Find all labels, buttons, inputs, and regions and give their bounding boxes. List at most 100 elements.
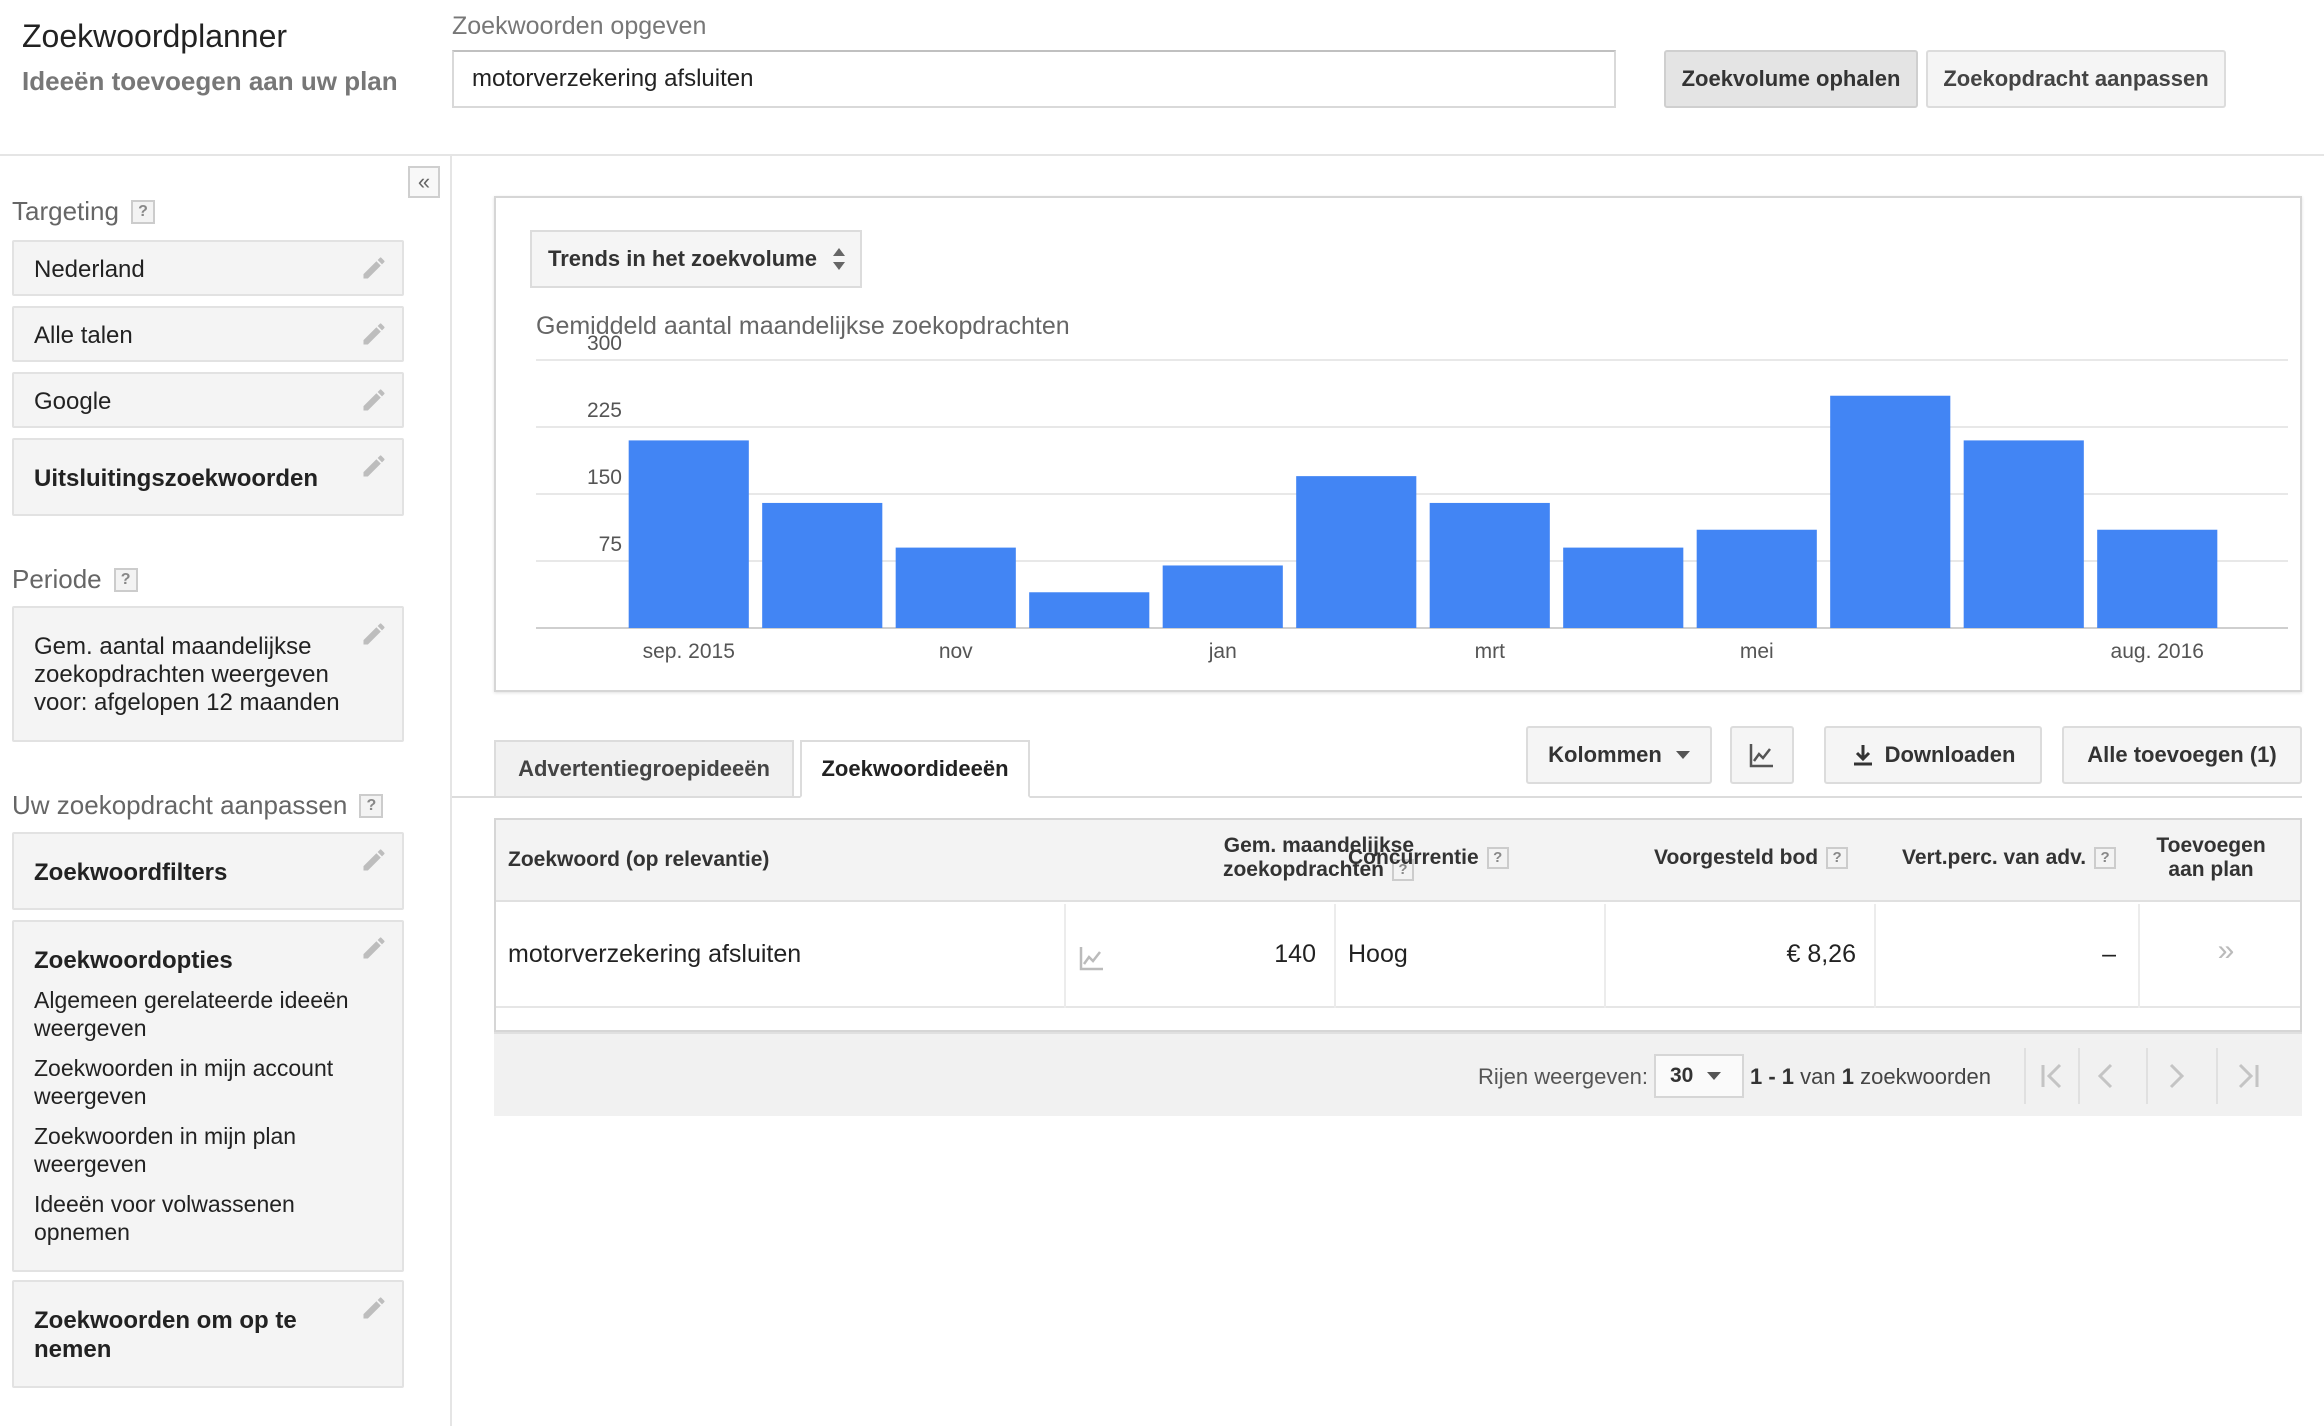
column-header-competition[interactable]: Concurrentie ? bbox=[1348, 846, 1509, 870]
header-divider bbox=[0, 154, 2324, 156]
chevron-down-icon bbox=[1675, 751, 1690, 759]
column-header-ad-impression-share[interactable]: Vert.perc. van adv. ? bbox=[1902, 846, 2117, 870]
tab-baseline bbox=[452, 796, 494, 798]
column-separator bbox=[1064, 904, 1066, 1008]
avg-searches-cell: 140 bbox=[1274, 940, 1316, 968]
sidebar-divider bbox=[450, 154, 452, 1426]
chart-bar bbox=[895, 547, 1016, 628]
pencil-icon[interactable] bbox=[360, 320, 388, 348]
last-page-icon[interactable] bbox=[2224, 1048, 2270, 1104]
pencil-icon[interactable] bbox=[360, 1294, 388, 1322]
chart-y-tick-label: 300 bbox=[587, 332, 622, 355]
pager-separator bbox=[2146, 1048, 2148, 1104]
chart-bar bbox=[1830, 395, 1951, 628]
targeting-location-label: Nederland bbox=[34, 256, 145, 283]
next-page-icon[interactable] bbox=[2152, 1048, 2198, 1104]
column-header-suggested-bid[interactable]: Voorgesteld bod ? bbox=[1654, 846, 1849, 870]
app-title: Zoekwoordplanner bbox=[22, 18, 288, 54]
include-keywords-line: Zoekwoorden om op te bbox=[34, 1307, 297, 1334]
pencil-icon[interactable] bbox=[360, 452, 388, 480]
period-setting[interactable]: Gem. aantal maandelijkse zoekopdrachten … bbox=[12, 606, 404, 742]
targeting-label: Targeting ? bbox=[12, 196, 155, 227]
targeting-language-label: Alle talen bbox=[34, 322, 133, 349]
period-label-text: Periode bbox=[12, 564, 102, 594]
rows-per-page-value: 30 bbox=[1670, 1064, 1694, 1087]
collapse-sidebar-icon[interactable]: « bbox=[408, 166, 440, 198]
chart-toggle-button[interactable] bbox=[1730, 726, 1794, 784]
keywords-input[interactable] bbox=[452, 50, 1616, 108]
keyword-option-line: Zoekwoorden in mijn plan bbox=[34, 1123, 297, 1149]
modify-search-button[interactable]: Zoekopdracht aanpassen bbox=[1926, 50, 2226, 108]
adjust-search-label: Uw zoekopdracht aanpassen ? bbox=[12, 790, 384, 821]
pager-separator bbox=[2078, 1048, 2080, 1104]
competition-cell: Hoog bbox=[1348, 940, 1408, 968]
pencil-icon[interactable] bbox=[360, 846, 388, 874]
targeting-location[interactable]: Nederland bbox=[12, 240, 404, 296]
targeting-negative-keywords[interactable]: Uitsluitingszoekwoorden bbox=[12, 438, 404, 516]
chart-bar bbox=[1563, 547, 1684, 628]
chart-bar bbox=[1029, 592, 1150, 628]
pager-unit: zoekwoorden bbox=[1860, 1064, 1992, 1089]
chart-bar bbox=[628, 440, 749, 628]
add-to-plan-icon[interactable]: » bbox=[2196, 934, 2256, 968]
pager-range: 1 - 1 bbox=[1750, 1064, 1795, 1089]
pencil-icon[interactable] bbox=[360, 254, 388, 282]
chevron-down-icon bbox=[1707, 1072, 1722, 1080]
rows-per-page-label: Rijen weergeven: bbox=[1478, 1064, 1648, 1089]
get-search-volume-button[interactable]: Zoekvolume ophalen bbox=[1664, 50, 1918, 108]
keyword-options-title: Zoekwoordopties bbox=[34, 947, 233, 974]
pager-separator bbox=[2024, 1048, 2026, 1104]
trend-chart-icon[interactable] bbox=[1078, 944, 1106, 972]
pencil-icon[interactable] bbox=[360, 620, 388, 648]
keyword-filters[interactable]: Zoekwoordfilters bbox=[12, 832, 404, 910]
column-header-suggested-bid-label: Voorgesteld bod bbox=[1654, 846, 1819, 869]
line-chart-icon bbox=[1749, 744, 1773, 768]
chart-bar bbox=[2097, 529, 2218, 628]
help-icon[interactable]: ? bbox=[359, 793, 384, 818]
targeting-network[interactable]: Google bbox=[12, 372, 404, 428]
columns-button[interactable]: Kolommen bbox=[1526, 726, 1712, 784]
help-icon[interactable]: ? bbox=[113, 567, 138, 592]
tab-baseline bbox=[494, 796, 2302, 798]
rows-per-page-select[interactable]: 30 bbox=[1654, 1054, 1744, 1098]
keyword-option-line: Ideeën voor volwassenen bbox=[34, 1191, 295, 1217]
targeting-network-label: Google bbox=[34, 388, 112, 415]
pager-range-info: 1 - 1 van 1 zoekwoorden bbox=[1750, 1064, 1991, 1090]
include-keywords-line: nemen bbox=[34, 1336, 112, 1363]
period-text-line: voor: afgelopen 12 maanden bbox=[34, 689, 340, 716]
targeting-language[interactable]: Alle talen bbox=[12, 306, 404, 362]
chart-x-tick-label: sep. 2015 bbox=[643, 640, 735, 663]
add-all-button[interactable]: Alle toevoegen (1) bbox=[2062, 726, 2302, 784]
pencil-icon[interactable] bbox=[360, 934, 388, 962]
keyword-options[interactable]: Zoekwoordopties Algemeen gerelateerde id… bbox=[12, 920, 404, 1272]
page-subtitle: Ideeën toevoegen aan uw plan bbox=[22, 66, 398, 96]
include-keywords[interactable]: Zoekwoorden om op te nemen bbox=[12, 1280, 404, 1388]
help-icon[interactable]: ? bbox=[1826, 847, 1849, 869]
first-page-icon[interactable] bbox=[2030, 1048, 2076, 1104]
ad-share-cell: – bbox=[2102, 940, 2116, 968]
chart-x-tick-label: mei bbox=[1740, 640, 1774, 663]
pencil-icon[interactable] bbox=[360, 386, 388, 414]
keyword-ideas-table: Zoekwoord (op relevantie) Gem. maandelij… bbox=[494, 818, 2302, 1032]
help-icon[interactable]: ? bbox=[130, 199, 155, 224]
tab-keyword-ideas[interactable]: Zoekwoordideeën bbox=[800, 740, 1030, 798]
column-separator bbox=[1334, 904, 1336, 1008]
previous-page-icon[interactable] bbox=[2084, 1048, 2130, 1104]
download-button[interactable]: Downloaden bbox=[1824, 726, 2042, 784]
targeting-label-text: Targeting bbox=[12, 196, 119, 226]
column-separator bbox=[2138, 904, 2140, 1008]
help-icon[interactable]: ? bbox=[2094, 847, 2117, 869]
columns-label: Kolommen bbox=[1548, 742, 1662, 767]
column-header-keyword[interactable]: Zoekwoord (op relevantie) bbox=[508, 848, 769, 872]
keyword-option-line: Zoekwoorden in mijn account bbox=[34, 1055, 334, 1081]
keyword-option-line: Algemeen gerelateerde ideeën bbox=[34, 987, 349, 1013]
keyword-cell: motorverzekering afsluiten bbox=[508, 940, 802, 968]
chart-bar bbox=[1429, 502, 1550, 628]
column-header-competition-label: Concurrentie bbox=[1348, 846, 1479, 869]
tab-adgroup-ideas[interactable]: Advertentiegroepideeën bbox=[494, 740, 794, 796]
help-icon[interactable]: ? bbox=[1486, 847, 1509, 869]
pager-of: van bbox=[1800, 1064, 1836, 1089]
column-separator bbox=[1604, 904, 1606, 1008]
table-header: Zoekwoord (op relevantie) Gem. maandelij… bbox=[496, 820, 2300, 902]
chart-bar bbox=[1296, 476, 1417, 628]
